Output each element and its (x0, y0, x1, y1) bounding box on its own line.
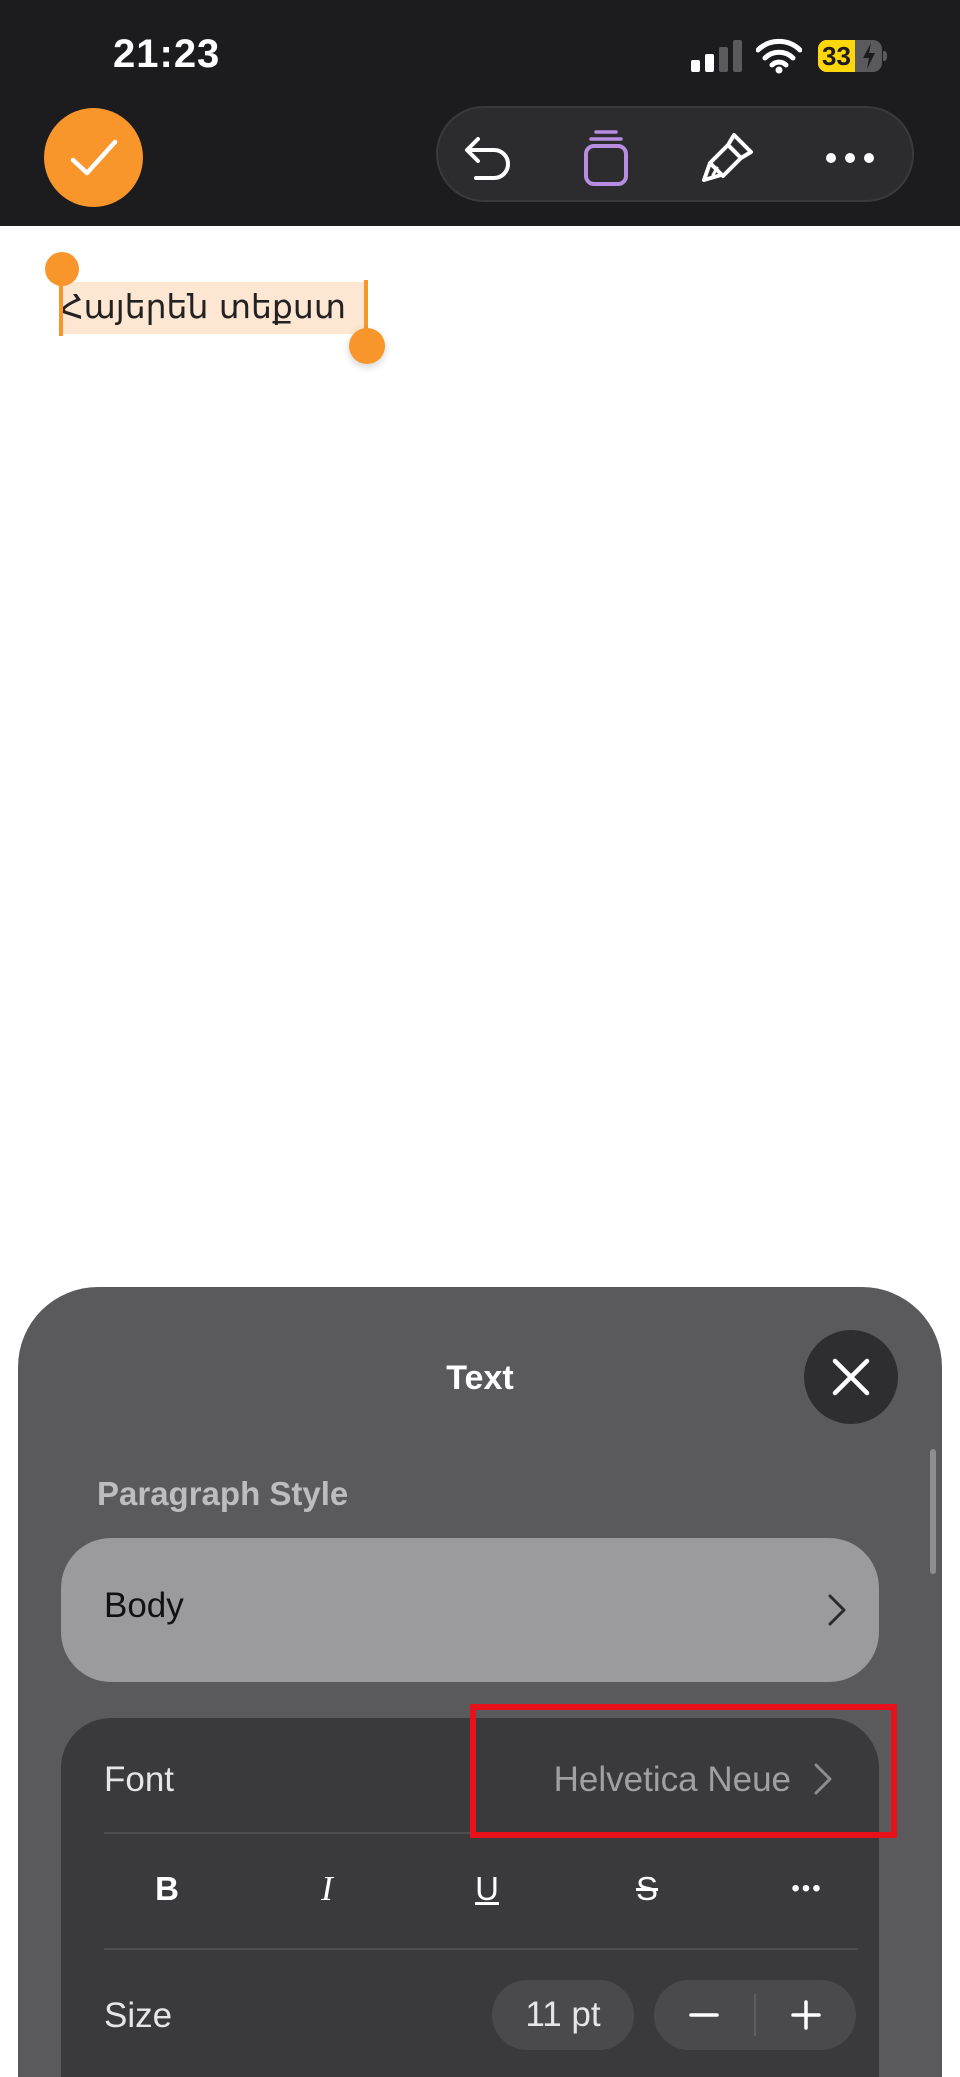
chevron-right-icon (828, 1594, 846, 1626)
more-format-button[interactable]: ••• (759, 1851, 855, 1927)
decrease-size-button[interactable] (654, 1980, 754, 2050)
paragraph-style-label: Paragraph Style (97, 1475, 349, 1512)
size-value-field[interactable]: 11 pt (492, 1980, 634, 2050)
strikethrough-button[interactable]: S (599, 1851, 695, 1927)
selection-end-handle[interactable] (349, 328, 385, 364)
selection-start-caret (59, 280, 63, 336)
undo-button[interactable] (460, 130, 516, 186)
checkmark-icon (70, 139, 117, 175)
paragraph-style-row[interactable]: Body (61, 1538, 879, 1682)
increase-size-button[interactable] (756, 1980, 856, 2050)
battery-icon: 33 (818, 40, 888, 72)
scroll-indicator[interactable] (930, 1449, 936, 1574)
paragraph-style-value: Body (104, 1586, 184, 1625)
editing-toolbar (436, 106, 914, 202)
more-icon (826, 153, 874, 163)
size-label: Size (104, 1996, 173, 2035)
paintbrush-icon (702, 133, 753, 182)
close-icon (832, 1358, 870, 1396)
size-stepper (654, 1980, 856, 2050)
highlight-annotation-box (470, 1704, 897, 1838)
format-button[interactable] (700, 130, 756, 186)
wifi-icon (756, 38, 802, 74)
minus-icon (689, 2013, 719, 2017)
bold-button[interactable]: B (119, 1851, 215, 1927)
status-time: 21:23 (113, 32, 221, 76)
divider (104, 1948, 858, 1950)
insert-stack-icon (584, 130, 628, 186)
undo-icon (465, 137, 510, 180)
underline-button[interactable]: U (439, 1851, 535, 1927)
cellular-signal-icon (691, 40, 742, 72)
done-button[interactable] (44, 108, 143, 207)
top-bar: 21:23 33 (0, 0, 960, 226)
close-button[interactable] (804, 1330, 898, 1424)
font-label: Font (104, 1760, 175, 1799)
battery-level: 33 (822, 41, 851, 71)
selection-start-handle[interactable] (45, 252, 79, 286)
charging-bolt-icon (863, 43, 875, 69)
insert-button[interactable] (578, 130, 634, 186)
italic-button[interactable]: I (279, 1851, 375, 1927)
plus-icon (791, 2000, 821, 2030)
text-format-panel: Text Paragraph Style Body Font Helvetica… (18, 1287, 942, 2077)
more-button[interactable] (822, 130, 878, 186)
selected-text[interactable]: Հայերեն տեքստ (60, 287, 346, 326)
